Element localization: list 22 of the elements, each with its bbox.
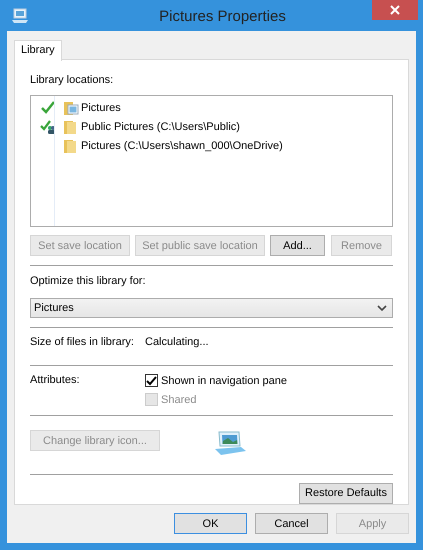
laptop-icon: [213, 430, 247, 456]
attributes-label: Attributes:: [30, 374, 81, 386]
window-title: Pictures Properties: [159, 7, 286, 25]
checkbox-option[interactable]: Shown in navigation pane: [145, 374, 287, 388]
size-value: Calculating...: [145, 336, 209, 348]
location-item[interactable]: Pictures (C:\Users\shawn_000\OneDrive): [31, 136, 392, 155]
location-item[interactable]: Pictures: [31, 98, 392, 117]
size-label: Size of files in library:: [30, 336, 135, 348]
checkbox[interactable]: [145, 374, 158, 388]
location-button[interactable]: Add...: [270, 235, 325, 256]
restore-defaults-button[interactable]: Restore Defaults: [299, 482, 393, 504]
location-item[interactable]: Public Pictures (C:\Users\Public): [31, 117, 392, 136]
optimize-label: Optimize this library for:: [30, 274, 147, 290]
close-button[interactable]: [372, 0, 418, 20]
chevron-down-icon: [377, 304, 387, 312]
optimize-dropdown[interactable]: Pictures: [30, 298, 393, 318]
computer-icon: [11, 8, 29, 24]
tab[interactable]: Library: [14, 40, 62, 61]
library-locations-label: Library locations:: [30, 73, 114, 88]
close-icon: [390, 5, 400, 15]
dialog-button[interactable]: OK: [174, 513, 247, 534]
dialog-button[interactable]: Cancel: [255, 513, 328, 534]
